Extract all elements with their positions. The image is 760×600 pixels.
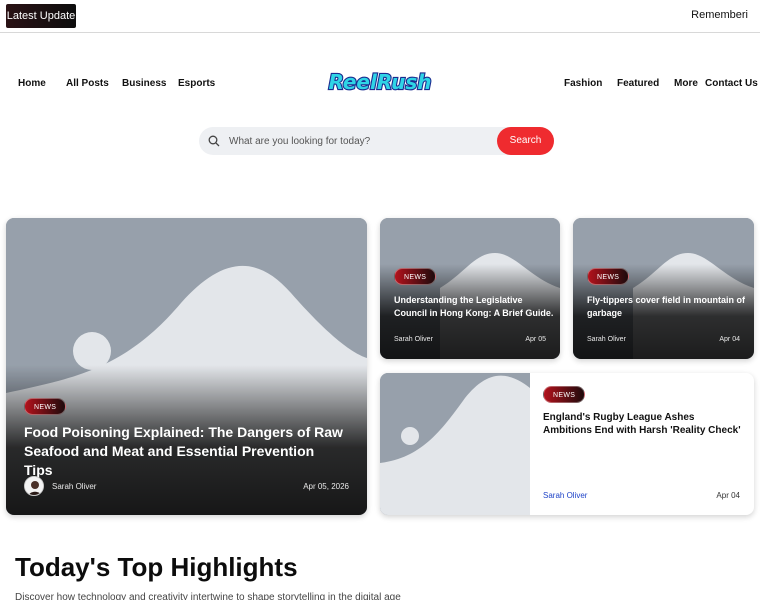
featured-article-title[interactable]: Food Poisoning Explained: The Dangers of…: [24, 423, 344, 480]
nav-featured[interactable]: Featured: [617, 78, 659, 89]
category-badge[interactable]: NEWS: [394, 268, 437, 285]
article-image[interactable]: [380, 373, 530, 515]
nav-business[interactable]: Business: [122, 78, 166, 89]
search-button[interactable]: Search: [497, 127, 554, 155]
author-name[interactable]: Sarah Oliver: [587, 336, 626, 343]
publish-date: Apr 05: [525, 336, 546, 343]
publish-date: Apr 04: [719, 336, 740, 343]
section-subtitle: Discover how technology and creativity i…: [15, 592, 401, 600]
article-card[interactable]: NEWS Fly-tippers cover field in mountain…: [573, 218, 754, 359]
search-bar: Search: [199, 127, 554, 155]
author-name[interactable]: Sarah Oliver: [394, 336, 433, 343]
nav-home[interactable]: Home: [18, 78, 46, 89]
article-title[interactable]: Understanding the Legislative Council in…: [394, 294, 554, 320]
publish-date: Apr 05, 2026: [303, 482, 349, 491]
article-card[interactable]: NEWS Understanding the Legislative Counc…: [380, 218, 560, 359]
author-name[interactable]: Sarah Oliver: [543, 491, 587, 500]
section-title: Today's Top Highlights: [15, 552, 298, 582]
category-badge[interactable]: NEWS: [24, 398, 67, 415]
search-input[interactable]: [229, 127, 489, 155]
top-bar: Latest Update Rememberi: [0, 0, 760, 33]
news-ticker[interactable]: Rememberi: [691, 9, 748, 21]
image-placeholder-icon: [380, 373, 530, 515]
nav-esports[interactable]: Esports: [178, 78, 215, 89]
category-badge[interactable]: NEWS: [543, 386, 586, 403]
category-badge[interactable]: NEWS: [587, 268, 630, 285]
author-avatar[interactable]: [24, 476, 44, 496]
nav-all-posts[interactable]: All Posts: [66, 78, 109, 89]
author-name[interactable]: Sarah Oliver: [52, 482, 96, 491]
nav-more[interactable]: More: [674, 78, 698, 89]
article-card-horizontal[interactable]: NEWS England's Rugby League Ashes Ambiti…: [380, 373, 754, 515]
publish-date: Apr 04: [716, 491, 740, 500]
article-title[interactable]: England's Rugby League Ashes Ambitions E…: [543, 411, 743, 437]
latest-update-button[interactable]: Latest Update: [6, 4, 76, 28]
logo-text: ReelRush: [328, 70, 431, 94]
article-title[interactable]: Fly-tippers cover field in mountain of g…: [587, 294, 747, 320]
nav-contact-us[interactable]: Contact Us: [705, 78, 758, 89]
nav-fashion[interactable]: Fashion: [564, 78, 602, 89]
featured-article-card[interactable]: NEWS Food Poisoning Explained: The Dange…: [6, 218, 367, 515]
search-icon: [208, 135, 220, 147]
site-logo[interactable]: ReelRush: [327, 67, 433, 97]
